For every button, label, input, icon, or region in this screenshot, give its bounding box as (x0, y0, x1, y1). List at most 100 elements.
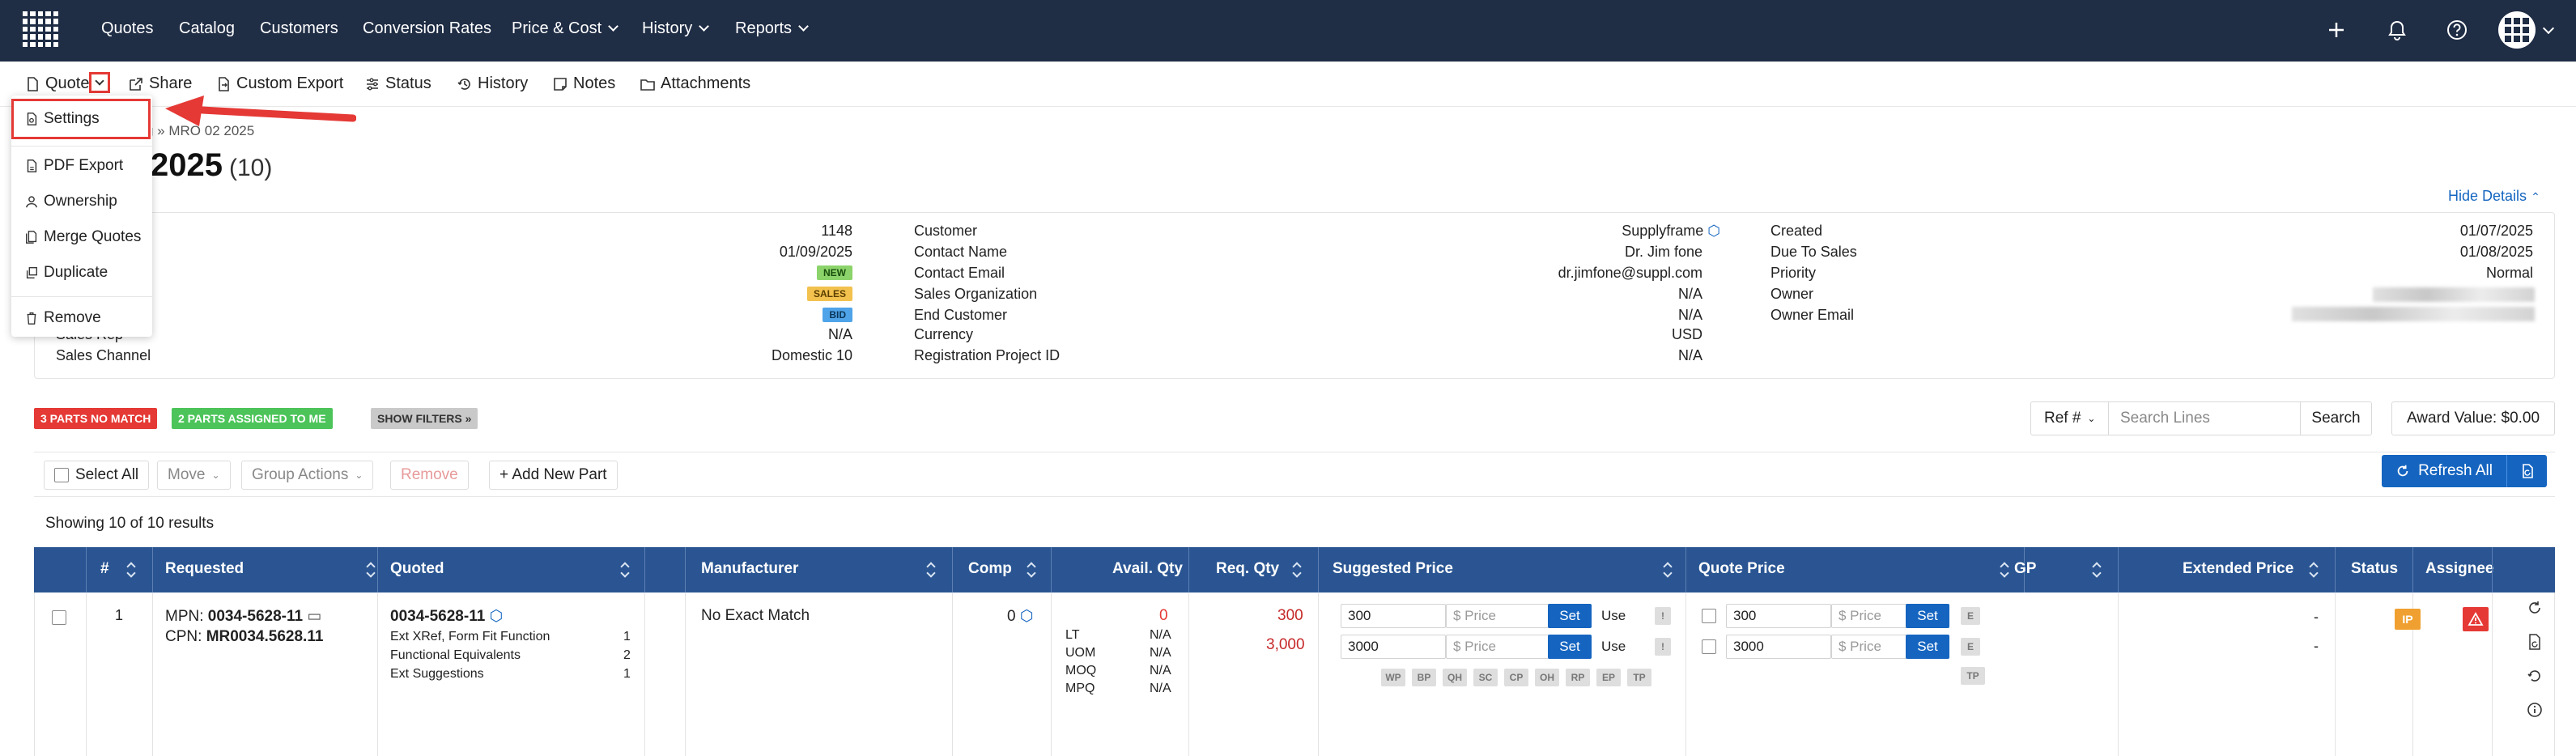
nav-price-cost[interactable]: Price & Cost (512, 19, 619, 38)
sort-icon[interactable] (126, 563, 136, 577)
suggested-set-button[interactable]: Set (1548, 604, 1592, 628)
th-avail-qty[interactable]: Avail. Qty (1112, 560, 1183, 578)
price-tag-oh[interactable]: OH (1535, 669, 1559, 686)
remove-lines-button[interactable]: Remove (390, 461, 469, 490)
menu-item-remove[interactable]: Remove (24, 309, 101, 327)
move-dropdown[interactable]: Move ⌄ (157, 461, 231, 490)
th-quoted[interactable]: Quoted (390, 560, 444, 578)
document-refresh-icon[interactable] (2526, 633, 2544, 651)
group-actions-dropdown[interactable]: Group Actions ⌄ (241, 461, 374, 490)
suggested-flag[interactable]: ! (1655, 607, 1671, 625)
suggested-use-button[interactable]: Use (1601, 608, 1626, 624)
status-button[interactable]: Status (364, 74, 431, 93)
info-icon[interactable] (2526, 701, 2544, 719)
quote-dropdown-toggle[interactable] (89, 72, 110, 93)
sort-icon[interactable] (1292, 563, 1302, 577)
suggested-price-input[interactable]: $ Price (1446, 635, 1549, 659)
th-comp[interactable]: Comp (968, 560, 1012, 578)
quote-price-checkbox[interactable] (1702, 639, 1716, 654)
hide-details-link[interactable]: Hide Details ⌃ (2448, 188, 2540, 205)
history-button[interactable]: History (457, 74, 528, 93)
suggested-use-button[interactable]: Use (1601, 639, 1626, 655)
attachments-button[interactable]: Attachments (640, 74, 750, 93)
select-all-button[interactable]: Select All (44, 461, 150, 490)
suggested-flag[interactable]: ! (1655, 638, 1671, 656)
menu-item-ownership[interactable]: Ownership (24, 193, 117, 210)
apps-grid-icon[interactable] (2498, 11, 2536, 49)
quote-set-button[interactable]: Set (1906, 635, 1949, 659)
th-status[interactable]: Status (2351, 560, 2398, 578)
price-tag-qh[interactable]: QH (1443, 669, 1467, 686)
warning-icon[interactable] (2463, 607, 2489, 631)
refresh-icon[interactable] (2526, 599, 2544, 617)
th-req-qty[interactable]: Req. Qty (1216, 560, 1279, 578)
select-all-checkbox[interactable] (54, 468, 69, 482)
quote-qty-input[interactable]: 300 (1726, 604, 1831, 628)
menu-item-settings[interactable]: Settings (24, 110, 100, 128)
quote-menu-button[interactable]: Quote (24, 74, 89, 93)
nav-catalog[interactable]: Catalog (179, 19, 235, 38)
sort-icon[interactable] (926, 563, 936, 577)
refresh-all-button[interactable]: Refresh All (2382, 455, 2506, 487)
suggested-set-button[interactable]: Set (1548, 635, 1592, 659)
nav-quotes[interactable]: Quotes (101, 19, 153, 38)
quote-set-button[interactable]: Set (1906, 604, 1949, 628)
quote-edit-flag[interactable]: E (1961, 638, 1980, 656)
th-manufacturer[interactable]: Manufacturer (701, 560, 798, 578)
th-requested[interactable]: Requested (165, 560, 244, 578)
quoted-part[interactable]: 0034-5628-11 ⬡ (390, 607, 503, 626)
refresh-options-button[interactable] (2506, 455, 2547, 487)
search-lines-input[interactable] (2109, 402, 2300, 435)
price-tag-sc[interactable]: SC (1473, 669, 1498, 686)
sort-icon[interactable] (620, 563, 630, 577)
menu-item-merge-quotes[interactable]: Merge Quotes (24, 228, 141, 246)
th-quote-price[interactable]: Quote Price (1698, 560, 1785, 578)
notes-button[interactable]: Notes (552, 74, 615, 93)
search-button[interactable]: Search (2300, 402, 2371, 435)
suggested-qty-input[interactable]: 300 (1341, 604, 1446, 628)
th-suggested-price[interactable]: Suggested Price (1333, 560, 1453, 578)
quote-price-checkbox[interactable] (1702, 609, 1716, 623)
quoted-line-functional[interactable]: Functional Equivalents (390, 648, 521, 663)
quote-qty-input[interactable]: 3000 (1726, 635, 1831, 659)
chevron-down-icon[interactable] (2542, 22, 2555, 35)
sort-icon[interactable] (366, 563, 376, 577)
menu-item-duplicate[interactable]: Duplicate (24, 264, 108, 282)
help-icon[interactable] (2445, 18, 2469, 42)
customer-value[interactable]: Supplyframe ⬡ (1622, 223, 1720, 240)
show-filters-button[interactable]: SHOW FILTERS » (371, 408, 478, 429)
nav-customers[interactable]: Customers (260, 19, 338, 38)
th-gp[interactable]: GP (2014, 560, 2036, 578)
no-match-filter-badge[interactable]: 3 PARTS NO MATCH (34, 408, 158, 429)
price-tag-ep[interactable]: EP (1596, 669, 1621, 686)
price-tag-rp[interactable]: RP (1566, 669, 1590, 686)
price-tag-cp[interactable]: CP (1504, 669, 1528, 686)
add-new-part-button[interactable]: + Add New Part (489, 461, 618, 490)
quoted-line-suggestions[interactable]: Ext Suggestions (390, 667, 484, 682)
bell-icon[interactable] (2385, 18, 2409, 42)
sort-icon[interactable] (2000, 563, 2009, 577)
sort-icon[interactable] (2309, 563, 2319, 577)
menu-item-pdf-export[interactable]: PDF Export (24, 157, 123, 175)
sort-icon[interactable] (1027, 563, 1036, 577)
nav-conversion-rates[interactable]: Conversion Rates (363, 19, 491, 38)
nav-history[interactable]: History (642, 19, 710, 38)
price-tag-tp[interactable]: TP (1627, 669, 1651, 686)
th-extended-price[interactable]: Extended Price (2183, 560, 2293, 578)
suggested-qty-input[interactable]: 3000 (1341, 635, 1446, 659)
price-tag-wp[interactable]: WP (1381, 669, 1405, 686)
sort-icon[interactable] (1663, 563, 1673, 577)
sort-icon[interactable] (2092, 563, 2102, 577)
nav-reports[interactable]: Reports (735, 19, 809, 38)
status-badge[interactable]: IP (2395, 609, 2421, 630)
th-assignee[interactable]: Assignee (2425, 560, 2493, 578)
app-logo-icon[interactable] (23, 11, 58, 47)
quote-edit-flag[interactable]: E (1961, 607, 1980, 625)
assigned-filter-badge[interactable]: 2 PARTS ASSIGNED TO ME (172, 408, 333, 429)
history-icon[interactable] (2526, 667, 2544, 685)
plus-icon[interactable] (2324, 18, 2349, 42)
row-checkbox[interactable] (52, 610, 66, 625)
quote-tp-tag[interactable]: TP (1961, 667, 1985, 685)
price-tag-bp[interactable]: BP (1412, 669, 1436, 686)
folder-icon[interactable]: ▭ (307, 608, 321, 625)
